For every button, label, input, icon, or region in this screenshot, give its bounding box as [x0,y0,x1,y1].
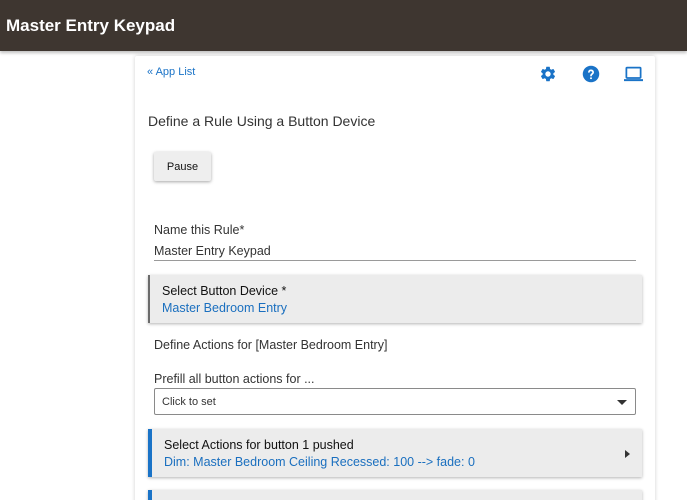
pause-button[interactable]: Pause [154,152,211,181]
select-button-device-title: Select Button Device * [162,284,287,298]
button-1-actions-section[interactable]: Select Actions for button 1 pushed Dim: … [148,429,642,477]
prefill-label: Prefill all button actions for ... [154,372,315,386]
selected-button-device: Master Bedroom Entry [162,301,288,315]
next-actions-section[interactable] [148,490,642,500]
top-app-bar: Master Entry Keypad [0,0,687,51]
rule-name-label: Name this Rule* [154,223,245,237]
prefill-select-value: Click to set [162,396,216,408]
expand-arrow-icon [625,450,630,458]
define-actions-label: Define Actions for [Master Bedroom Entry… [154,338,388,352]
button-1-actions-title: Select Actions for button 1 pushed [164,438,354,452]
app-list-link[interactable]: « App List [147,66,195,78]
select-button-device-section[interactable]: Select Button Device * Master Bedroom En… [148,275,642,323]
rule-name-input[interactable] [154,241,636,261]
laptop-icon[interactable] [624,66,643,82]
page-heading: Define a Rule Using a Button Device [148,113,376,129]
gear-icon[interactable] [539,65,557,83]
help-icon[interactable] [582,65,600,83]
button-1-actions-value: Dim: Master Bedroom Ceiling Recessed: 10… [164,455,475,469]
caret-down-icon [617,400,627,405]
prefill-select[interactable]: Click to set [154,388,636,415]
app-title: Master Entry Keypad [6,16,176,35]
